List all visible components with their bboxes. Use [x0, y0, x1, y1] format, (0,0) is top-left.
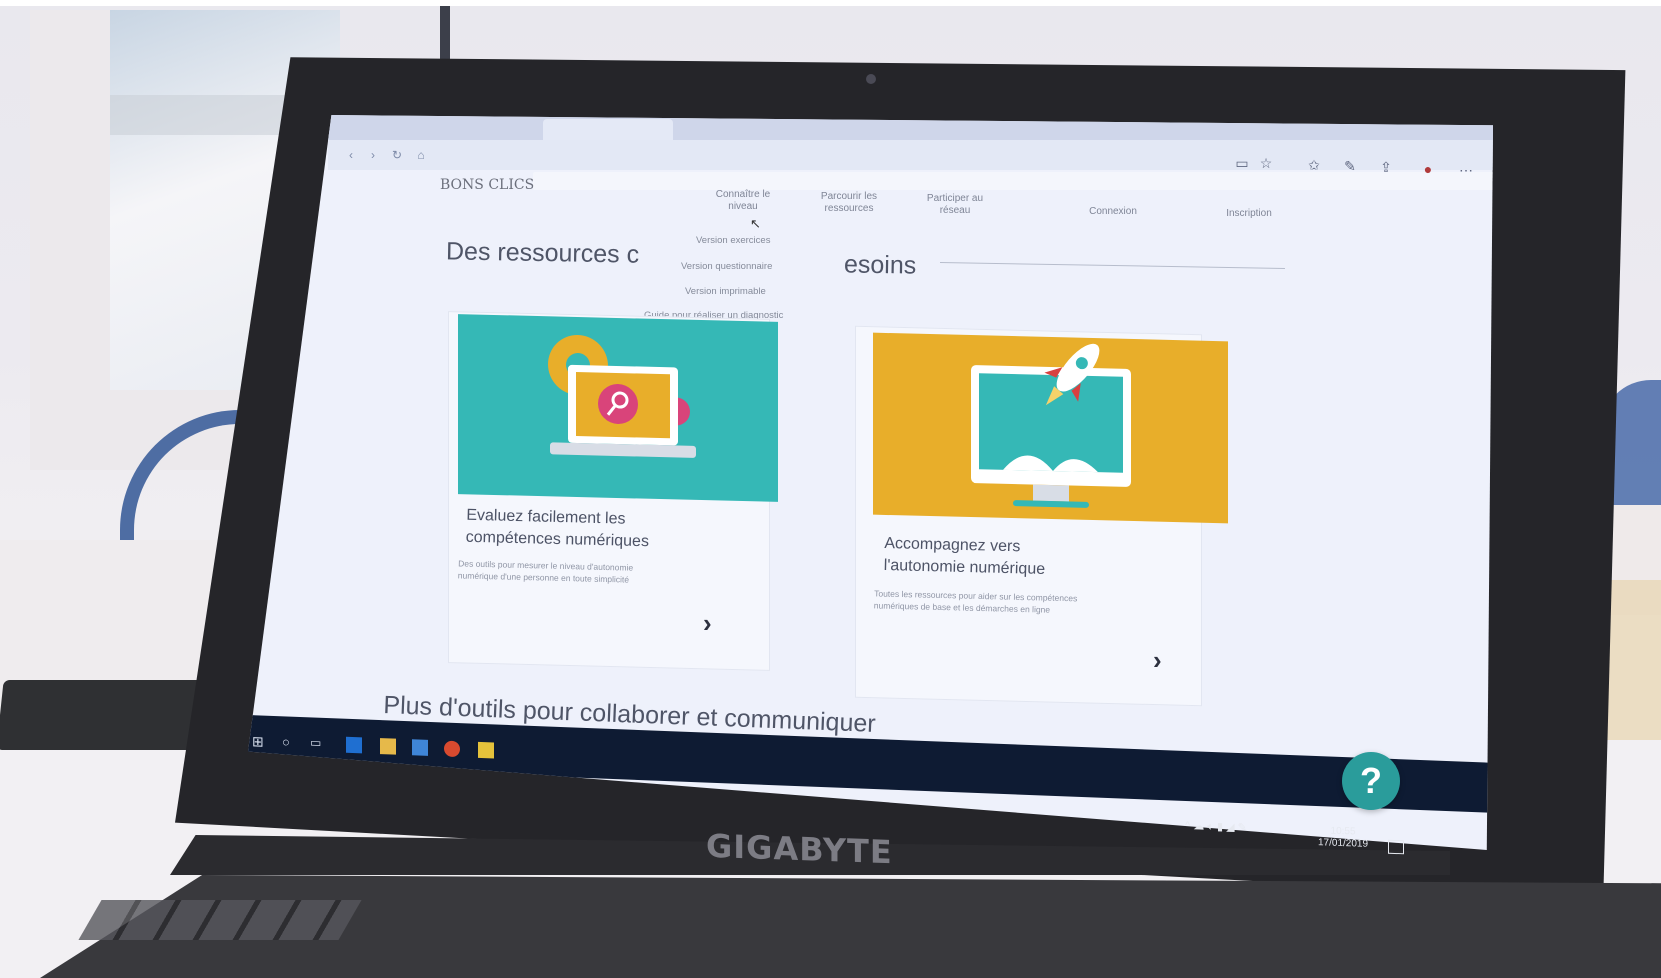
address-bar[interactable] — [533, 172, 1493, 190]
tablet — [0, 680, 214, 750]
site-logo-text: BONS CLICS — [440, 177, 535, 193]
cloud-icon[interactable]: ☁ — [1193, 820, 1204, 832]
store-icon[interactable] — [412, 739, 428, 756]
chevron-up-icon[interactable]: ^ — [1185, 820, 1190, 832]
pen-icon[interactable]: ✎ — [1342, 158, 1358, 174]
more-icon[interactable]: ⋯ — [1458, 162, 1474, 178]
system-tray: ^ ☁ 🔈︎ ▮ ◢ ✎ — [1185, 819, 1247, 835]
nav-participer[interactable]: Participer au réseau — [920, 193, 990, 217]
window-bar — [440, 6, 450, 66]
dropdown-version-exercices[interactable]: Version exercices — [696, 235, 770, 246]
site-logo[interactable]: BONS CLICS — [440, 177, 534, 193]
pen-workspace-icon[interactable]: ✎ — [1238, 822, 1247, 834]
top-strip — [0, 0, 1661, 6]
card-accompagner-chevron-icon[interactable]: › — [1153, 645, 1162, 676]
card-accompagner-title-line2: l'autonomie numérique — [883, 557, 1046, 578]
firefox-icon[interactable] — [444, 740, 460, 758]
keyboard — [78, 900, 362, 940]
volume-icon[interactable]: 🔈︎ — [1207, 821, 1214, 833]
browser-tab[interactable] — [543, 119, 673, 140]
dropdown-version-questionnaire[interactable]: Version questionnaire — [681, 261, 772, 272]
forward-icon[interactable]: › — [366, 148, 380, 162]
section1-heading-rule — [940, 261, 1285, 270]
network-icon[interactable]: ◢ — [1226, 821, 1234, 833]
mouse-cursor-icon: ↖ — [750, 216, 761, 231]
card-evaluer-chevron-icon[interactable]: › — [703, 608, 712, 639]
edge-icon[interactable] — [346, 736, 362, 754]
help-button[interactable]: ? — [1342, 752, 1400, 810]
cortana-icon[interactable]: ○ — [282, 734, 298, 751]
card-accompagner-title: Accompagnez vers l'autonomie numérique — [883, 533, 1046, 581]
battery-icon[interactable]: ▮ — [1217, 821, 1223, 833]
monitor-rocket-illustration — [971, 343, 1131, 508]
reading-view-icon[interactable]: ▭ — [1234, 155, 1250, 171]
sticky-notes-icon[interactable] — [478, 741, 494, 759]
notification-center-icon[interactable] — [1388, 839, 1404, 855]
card-evaluer-title: Evaluez facilement les compétences numér… — [465, 505, 650, 553]
profile-icon[interactable]: ● — [1420, 161, 1436, 177]
nav-inscription[interactable]: Inscription — [1214, 208, 1284, 220]
taskbar-clock[interactable]: 10:55 17/01/2019 — [1318, 825, 1368, 851]
refresh-icon[interactable]: ↻ — [390, 148, 404, 162]
card-accompagner-illustration — [873, 332, 1228, 524]
nav-connaitre[interactable]: Connaître le niveau — [710, 189, 776, 213]
section1-heading-left: Des ressources c — [445, 237, 640, 269]
clock-date: 17/01/2019 — [1318, 837, 1369, 850]
laptop-brand: GIGABYTE — [706, 826, 893, 872]
favorite-star-icon[interactable]: ☆ — [1258, 155, 1274, 171]
dropdown-version-imprimable[interactable]: Version imprimable — [685, 286, 766, 297]
favorites-icon[interactable]: ✩ — [1306, 157, 1322, 173]
nav-connexion[interactable]: Connexion — [1078, 206, 1148, 218]
task-view-icon[interactable]: ▭ — [310, 735, 326, 752]
share-icon[interactable]: ⇪ — [1378, 159, 1394, 175]
home-icon[interactable]: ⌂ — [414, 148, 428, 162]
folder-icon[interactable] — [380, 738, 396, 755]
nav-parcourir[interactable]: Parcourir les ressources — [814, 191, 884, 215]
card-evaluer-illustration — [458, 314, 778, 502]
card-evaluer-title-line2: compétences numériques — [465, 528, 650, 551]
section1-heading-right: esoins — [843, 250, 917, 280]
laptop-screen: ‹ › ↻ ⌂ ▭ ☆ ✩ ✎ ⇪ ● ⋯ BONS CLICS Connaît… — [248, 115, 1493, 850]
webcam — [866, 74, 876, 84]
laptop-magnifier-illustration — [548, 335, 696, 458]
back-icon[interactable]: ‹ — [344, 148, 358, 162]
windows-start-icon[interactable]: ⊞ — [252, 733, 268, 750]
